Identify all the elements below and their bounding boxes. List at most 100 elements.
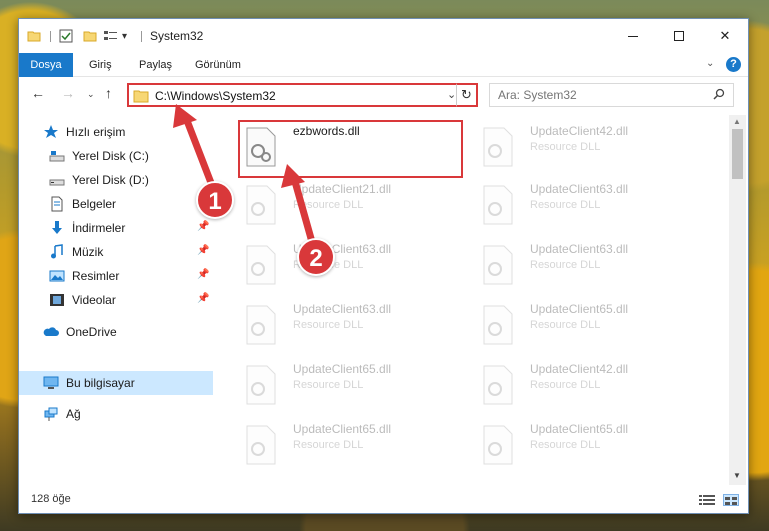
scroll-up-arrow-icon[interactable]: ▲ (733, 117, 741, 126)
nav-item-label: Müzik (72, 245, 104, 259)
pictures-icon (49, 268, 65, 284)
tiles-view-icon[interactable] (723, 494, 739, 506)
navigation-pane: Hızlı erişim Yerel Disk (C:) Yerel Disk … (19, 115, 213, 485)
pin-icon[interactable]: 📌 (197, 269, 209, 280)
drive-icon (49, 172, 65, 188)
nav-item-quick-access[interactable]: Hızlı erişim (43, 121, 125, 143)
file-item[interactable]: UpdateClient21.dll Resource DLL (239, 177, 464, 233)
file-name: UpdateClient65.dll (530, 302, 629, 316)
nav-item-label: Ağ (66, 407, 81, 421)
search-box[interactable] (489, 83, 734, 107)
view-options-icon[interactable] (103, 28, 119, 44)
forward-arrow-icon[interactable]: → (61, 85, 75, 101)
file-item[interactable]: UpdateClient63.dll Resource DLL (476, 237, 701, 293)
address-bar[interactable]: C:\Windows\System32 ⌄ (127, 83, 477, 107)
nav-item-pictures[interactable]: Resimler (49, 265, 119, 287)
expand-ribbon-chevron-icon[interactable]: ⌄ (706, 58, 714, 69)
tab-file[interactable]: Dosya (19, 53, 73, 77)
dll-file-icon (245, 425, 277, 465)
help-icon[interactable]: ? (726, 57, 741, 72)
nav-item-label: Belgeler (72, 197, 117, 211)
file-name: UpdateClient21.dll (293, 182, 392, 196)
nav-item-documents[interactable]: Belgeler (49, 193, 116, 215)
nav-item-label: Videolar (72, 293, 116, 307)
back-arrow-icon[interactable]: ← (31, 85, 45, 101)
item-count: 128 öğe (31, 493, 71, 505)
file-name: UpdateClient65.dll (530, 422, 629, 436)
minimize-button[interactable] (610, 19, 656, 53)
address-dropdown-chevron-icon[interactable]: ⌄ (447, 88, 456, 101)
search-icon[interactable] (713, 88, 725, 103)
star-icon (43, 124, 59, 140)
cloud-icon (43, 324, 59, 340)
nav-item-videos[interactable]: Videolar (49, 289, 116, 311)
file-item[interactable]: UpdateClient42.dll Resource DLL (476, 357, 701, 413)
file-item[interactable]: UpdateClient63.dll Resource DLL (476, 177, 701, 233)
highlight-box (238, 120, 463, 178)
nav-item-local-disk-c[interactable]: Yerel Disk (C:) (49, 145, 149, 167)
file-type: Resource DLL (530, 379, 601, 391)
search-input[interactable] (498, 88, 698, 102)
dll-file-icon (482, 245, 514, 285)
dll-file-icon (482, 185, 514, 225)
details-view-icon[interactable] (699, 494, 715, 506)
pin-icon[interactable]: 📌 (197, 221, 209, 232)
computer-icon (43, 375, 59, 391)
nav-item-onedrive[interactable]: OneDrive (43, 321, 117, 343)
customize-toolbar-chevron-icon[interactable]: ▾ (122, 28, 127, 44)
file-item[interactable]: UpdateClient65.dll Resource DLL (239, 417, 464, 473)
file-type: Resource DLL (293, 379, 364, 391)
properties-check-icon[interactable] (59, 28, 73, 44)
nav-item-local-disk-d[interactable]: Yerel Disk (D:) (49, 169, 149, 191)
nav-item-label: Resimler (72, 269, 120, 283)
up-arrow-icon[interactable]: ↑ (105, 85, 112, 101)
tab-view[interactable]: Görünüm (185, 53, 251, 77)
video-icon (49, 292, 65, 308)
file-type: Resource DLL (530, 199, 601, 211)
nav-item-network[interactable]: Ağ (43, 403, 81, 425)
dll-file-icon (245, 305, 277, 345)
window-title: System32 (150, 29, 204, 43)
tab-home[interactable]: Giriş (79, 53, 122, 77)
pin-icon[interactable]: 📌 (197, 245, 209, 256)
nav-item-this-pc[interactable]: Bu bilgisayar (19, 371, 213, 395)
title-bar: ▾ System32 ✕ (19, 19, 748, 53)
dll-file-icon (482, 305, 514, 345)
file-item[interactable]: UpdateClient63.dll Resource DLL (239, 297, 464, 353)
file-item[interactable]: UpdateClient63.dll Resource DLL (239, 237, 464, 293)
address-path[interactable]: C:\Windows\System32 (155, 89, 276, 103)
file-name: UpdateClient65.dll (293, 362, 392, 376)
file-type: Resource DLL (530, 141, 601, 153)
new-folder-icon[interactable] (83, 28, 97, 44)
file-name: UpdateClient42.dll (530, 362, 629, 376)
nav-item-label: İndirmeler (72, 221, 126, 235)
music-icon (49, 244, 65, 260)
dll-file-icon (245, 365, 277, 405)
nav-item-music[interactable]: Müzik (49, 241, 103, 263)
close-button[interactable]: ✕ (702, 19, 748, 53)
nav-item-label: Yerel Disk (D:) (72, 173, 149, 187)
file-name: UpdateClient42.dll (530, 124, 629, 138)
recent-locations-chevron-icon[interactable]: ⌄ (87, 89, 95, 100)
file-item[interactable]: UpdateClient65.dll Resource DLL (239, 357, 464, 413)
maximize-icon (674, 31, 684, 41)
file-item[interactable]: UpdateClient65.dll Resource DLL (476, 417, 701, 473)
file-type: Resource DLL (293, 199, 364, 211)
nav-item-label: Hızlı erişim (66, 125, 126, 139)
scroll-down-arrow-icon[interactable]: ▼ (733, 471, 741, 480)
toolbar-separator (141, 31, 142, 42)
file-item[interactable]: UpdateClient65.dll Resource DLL (476, 297, 701, 353)
nav-item-label: Yerel Disk (C:) (72, 149, 149, 163)
file-item[interactable]: UpdateClient42.dll Resource DLL (476, 119, 701, 175)
maximize-button[interactable] (656, 19, 702, 53)
close-icon: ✕ (719, 28, 731, 43)
scrollbar-thumb[interactable] (732, 129, 743, 179)
network-icon (43, 406, 59, 422)
file-name: UpdateClient63.dll (530, 242, 629, 256)
status-bar: 128 öğe (19, 489, 748, 513)
pin-icon[interactable]: 📌 (197, 293, 209, 304)
vertical-scrollbar[interactable]: ▲ ▼ (729, 115, 746, 485)
nav-item-downloads[interactable]: İndirmeler (49, 217, 125, 239)
refresh-button[interactable]: ↻ (456, 83, 478, 107)
tab-share[interactable]: Paylaş (129, 53, 182, 77)
